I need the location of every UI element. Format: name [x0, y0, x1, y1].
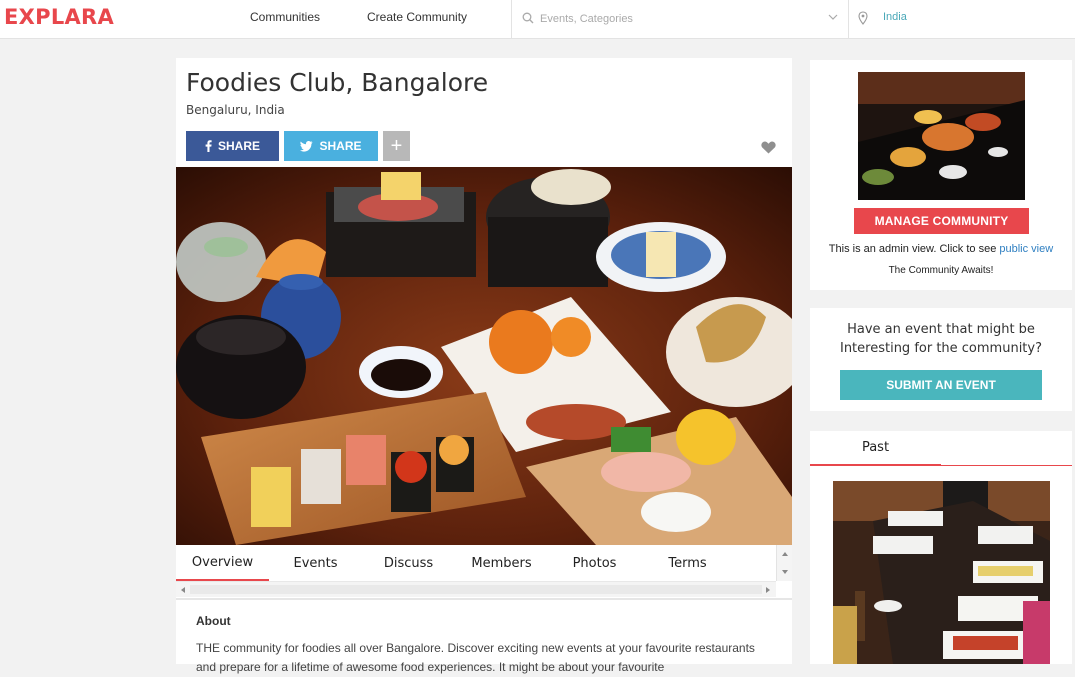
community-location: Bengaluru, India [186, 103, 285, 117]
tab-discuss[interactable]: Discuss [362, 545, 455, 581]
search-box[interactable] [511, 0, 849, 39]
admin-view-note: This is an admin view. Click to see publ… [810, 243, 1072, 255]
nav-communities[interactable]: Communities [250, 10, 320, 24]
scrollbar-thumb[interactable] [190, 585, 762, 594]
divider [176, 598, 792, 600]
manage-community-button[interactable]: MANAGE COMMUNITY [854, 208, 1029, 234]
facebook-share-button[interactable]: SHARE [186, 131, 279, 161]
tab-members[interactable]: Members [455, 545, 548, 581]
location-pin-icon [858, 11, 868, 25]
event-question: Have an event that might be Interesting … [839, 322, 1042, 356]
past-events-card: Past [810, 431, 1072, 664]
twitter-icon [300, 140, 313, 152]
tab-terms[interactable]: Terms [641, 545, 734, 581]
submit-event-button[interactable]: SUBMIT AN EVENT [840, 370, 1042, 400]
scroll-up-icon[interactable] [777, 547, 793, 561]
search-input[interactable] [540, 9, 820, 29]
scroll-down-icon[interactable] [777, 565, 793, 579]
past-event-image[interactable] [833, 481, 1050, 664]
tabs-vertical-scrollbar[interactable] [776, 545, 792, 581]
submit-event-card: Have an event that might be Interesting … [810, 308, 1072, 411]
twitter-share-button[interactable]: SHARE [284, 131, 378, 161]
about-heading: About [196, 614, 231, 628]
community-cover-image [176, 167, 792, 545]
divider [941, 465, 1072, 466]
nav-create-community[interactable]: Create Community [367, 10, 467, 24]
admin-card: MANAGE COMMUNITY This is an admin view. … [810, 60, 1072, 290]
scroll-left-icon[interactable] [177, 582, 189, 598]
community-card: Foodies Club, Bangalore Bengaluru, India… [176, 58, 792, 674]
tab-photos[interactable]: Photos [548, 545, 641, 581]
about-text: THE community for foodies all over Banga… [196, 641, 755, 674]
explara-logo[interactable]: EXPLARA [4, 5, 114, 29]
facebook-icon [205, 140, 212, 152]
community-tabs: Overview Events Discuss Members Photos T… [176, 545, 776, 581]
community-awaits-text: The Community Awaits! [888, 265, 994, 276]
top-bar: EXPLARA Communities Create Community Ind… [0, 0, 1075, 39]
tabs-horizontal-scrollbar[interactable] [176, 581, 776, 597]
facebook-share-label: SHARE [217, 139, 260, 153]
more-share-button[interactable]: + [383, 131, 410, 161]
twitter-share-label: SHARE [319, 139, 362, 153]
community-thumbnail [858, 72, 1025, 200]
scroll-right-icon[interactable] [762, 582, 774, 598]
admin-note-text: This is an admin view. Click to see [828, 243, 997, 255]
tab-overview[interactable]: Overview [176, 545, 269, 581]
chevron-down-icon[interactable] [828, 13, 838, 21]
location-selector[interactable]: India [883, 11, 907, 23]
tab-past[interactable]: Past [810, 431, 941, 466]
page-title: Foodies Club, Bangalore [186, 68, 489, 97]
search-icon [522, 12, 534, 24]
tab-events[interactable]: Events [269, 545, 362, 581]
public-view-link[interactable]: public view [999, 243, 1053, 255]
favorite-heart-icon[interactable] [761, 141, 776, 154]
